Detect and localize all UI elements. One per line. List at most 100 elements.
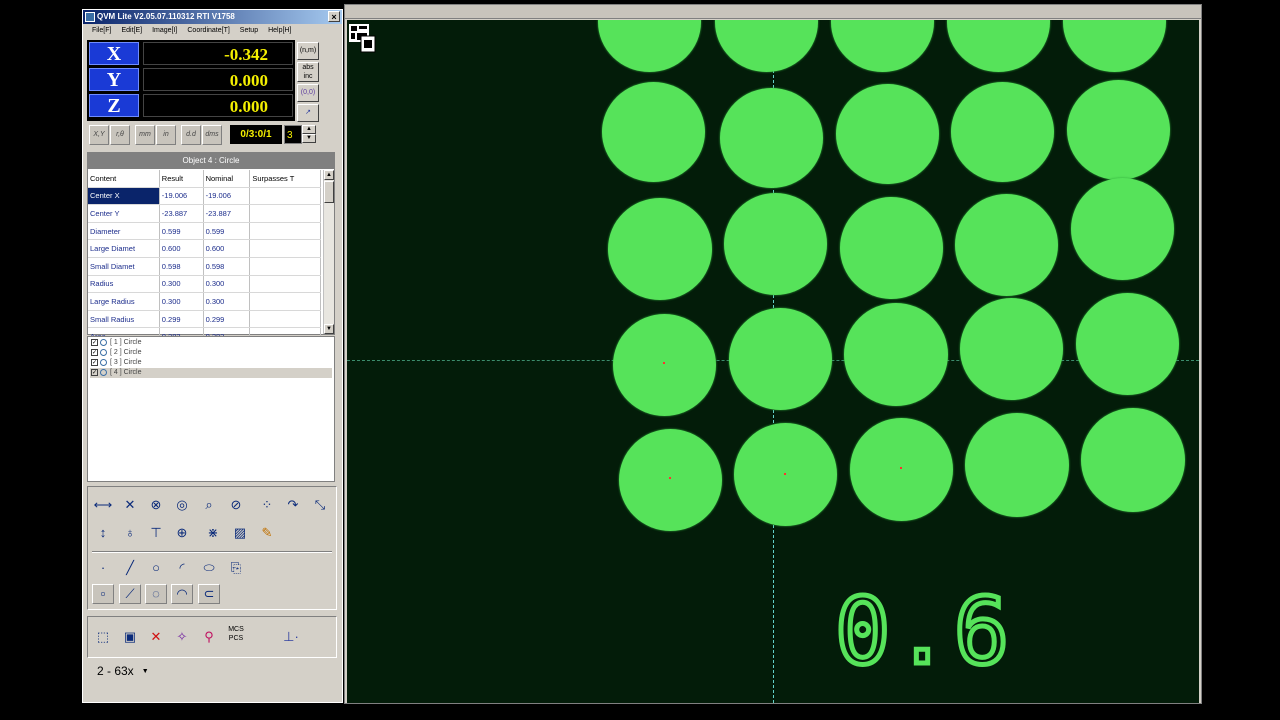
auto-line-icon[interactable]: ⟋ — [119, 584, 141, 604]
auto-arc-icon[interactable]: ◠ — [171, 584, 193, 604]
dms-button[interactable]: dms — [202, 125, 222, 145]
ellipse-icon[interactable]: ⬭ — [198, 558, 220, 578]
row-nominal[interactable]: 0.598 — [203, 257, 251, 276]
vertical-distance-icon[interactable]: ↕ — [92, 523, 114, 543]
circle-cross-tool-icon[interactable]: ⊗ — [145, 495, 167, 515]
scroll-up-icon[interactable]: ▲ — [324, 170, 334, 180]
camera-view[interactable]: 0.6 — [347, 20, 1199, 703]
chevron-down-icon[interactable]: ▼ — [142, 668, 149, 675]
circle-icon[interactable]: ○ — [145, 558, 167, 578]
y-axis-label[interactable]: Y — [89, 68, 139, 91]
row-nominal[interactable]: -23.887 — [203, 204, 251, 223]
menu-image[interactable]: Image[I] — [147, 25, 182, 37]
t-measure-icon[interactable]: ⊤ — [145, 523, 167, 543]
table-row[interactable]: Small Diamet 0.598 0.598 — [88, 257, 321, 276]
auto-point-icon[interactable]: ▫ — [92, 584, 114, 604]
row-surpasses[interactable] — [249, 310, 321, 329]
menu-file[interactable]: File[F] — [87, 25, 116, 37]
x-axis-label[interactable]: X — [89, 42, 139, 65]
image-tool-icon[interactable]: ▣ — [119, 627, 141, 647]
mcs-pcs-button[interactable]: MCS PCS — [225, 625, 247, 645]
decimal-degree-button[interactable]: d.d — [181, 125, 201, 145]
curve-edit-icon[interactable]: ⎘ — [225, 558, 247, 578]
transform-icon[interactable]: ⚲ — [198, 627, 220, 647]
z-axis-label[interactable]: Z — [89, 94, 139, 117]
spin-down-icon[interactable]: ▼ — [302, 134, 316, 143]
row-surpasses[interactable] — [249, 275, 321, 294]
r-theta-button[interactable]: r,θ — [110, 125, 130, 145]
xy-button[interactable]: X,Y — [89, 125, 109, 145]
row-surpasses[interactable] — [249, 204, 321, 223]
menu-edit[interactable]: Edit[E] — [116, 25, 147, 37]
row-nominal[interactable]: 0.599 — [203, 222, 251, 241]
close-button[interactable]: × — [328, 11, 340, 22]
menu-setup[interactable]: Setup — [235, 25, 263, 37]
zoom-circle-icon[interactable]: ⊕ — [171, 523, 193, 543]
point-tool-icon[interactable]: ⟷ — [92, 495, 114, 515]
select-tool-icon[interactable]: ⬚ — [92, 627, 114, 647]
table-row[interactable]: Large Diamet 0.600 0.600 — [88, 239, 321, 258]
hatch-tool-icon[interactable]: ▨ — [229, 523, 251, 543]
abs-inc-button[interactable]: abs inc — [297, 62, 319, 82]
double-circle-tool-icon[interactable]: ◎ — [171, 495, 193, 515]
overlap-circle-tool-icon[interactable]: ⊘ — [225, 495, 247, 515]
row-surpasses[interactable] — [249, 239, 321, 258]
count-spinner-value[interactable]: 3 — [284, 125, 302, 144]
table-row[interactable]: Small Radius 0.299 0.299 — [88, 310, 321, 329]
row-nominal[interactable]: 0.299 — [203, 310, 251, 329]
list-item[interactable]: ✓ [ 2 ] Circle — [90, 348, 332, 358]
row-surpasses[interactable] — [249, 222, 321, 241]
auto-circle-icon[interactable]: ◌ — [145, 584, 167, 604]
table-row[interactable]: Center X -19.006 -19.006 — [88, 187, 321, 206]
cross-tool-icon[interactable]: ✕ — [119, 495, 141, 515]
mm-button[interactable]: mm — [135, 125, 155, 145]
delete-icon[interactable]: ✕ — [145, 627, 167, 647]
row-surpasses[interactable] — [249, 187, 321, 206]
row-nominal[interactable]: -19.006 — [203, 187, 251, 206]
spin-up-icon[interactable]: ▲ — [302, 125, 316, 134]
line-icon[interactable]: ╱ — [119, 558, 141, 578]
coordinate-tools-panel: ⬚ ▣ ✕ ✧ ⚲ MCS PCS ⊥· — [87, 616, 337, 658]
row-surpasses[interactable] — [249, 292, 321, 311]
grid-cross-icon[interactable]: ⋇ — [202, 523, 224, 543]
count-spinner[interactable]: ▲ ▼ — [302, 125, 316, 144]
pin-tool-icon[interactable]: ♁ — [119, 523, 141, 543]
paint-tool-icon[interactable]: ✎ — [256, 523, 278, 543]
table-row[interactable]: Center Y -23.887 -23.887 — [88, 204, 321, 223]
table-scrollbar[interactable]: ▲ ▼ — [323, 170, 334, 334]
axis-dropdown-icon[interactable]: ⊥· — [280, 627, 302, 647]
table-row[interactable]: Large Radius 0.300 0.300 — [88, 292, 321, 311]
list-item[interactable]: ✓ [ 3 ] Circle — [90, 358, 332, 368]
checkbox[interactable]: ✓ — [91, 369, 98, 376]
checkbox[interactable]: ✓ — [91, 349, 98, 356]
zoom-selector[interactable]: 2 - 63x ▼ — [97, 664, 149, 678]
table-row[interactable]: Radius 0.300 0.300 — [88, 275, 321, 294]
scroll-down-icon[interactable]: ▼ — [324, 324, 334, 334]
row-nominal[interactable]: 0.300 — [203, 292, 251, 311]
magic-select-icon[interactable]: ✧ — [171, 627, 193, 647]
dot-icon[interactable]: · — [92, 558, 114, 578]
in-button[interactable]: in — [156, 125, 176, 145]
menu-coordinate[interactable]: Coordinate[T] — [182, 25, 234, 37]
arc-arrow-tool-icon[interactable]: ↷ — [282, 495, 304, 515]
row-surpasses[interactable] — [249, 257, 321, 276]
zero-button[interactable]: (0,0) — [297, 84, 319, 102]
angle-tool-icon[interactable]: ⤡ — [309, 495, 331, 515]
menu-help[interactable]: Help[H] — [263, 25, 296, 37]
column-surpasses: Surpasses T — [249, 170, 321, 188]
checkbox[interactable]: ✓ — [91, 359, 98, 366]
table-row[interactable]: Diameter 0.599 0.599 — [88, 222, 321, 241]
checkbox[interactable]: ✓ — [91, 339, 98, 346]
row-nominal[interactable]: 0.600 — [203, 239, 251, 258]
edit-arrow-button[interactable]: ↗ — [297, 104, 319, 122]
auto-ellipse-icon[interactable]: ⊂ — [198, 584, 220, 604]
nm-button[interactable]: (n,m) — [297, 42, 319, 60]
row-nominal[interactable]: 0.300 — [203, 275, 251, 294]
search-icon[interactable]: ⌕ — [198, 495, 220, 515]
pattern-tool-icon[interactable]: ⁘ — [256, 495, 278, 515]
overlay-toggle-icon[interactable] — [349, 24, 377, 54]
scroll-thumb[interactable] — [324, 181, 334, 203]
arc-icon[interactable]: ◜ — [171, 558, 193, 578]
list-item[interactable]: ✓ [ 1 ] Circle — [90, 338, 332, 348]
list-item[interactable]: ✓ [ 4 ] Circle — [90, 368, 332, 378]
